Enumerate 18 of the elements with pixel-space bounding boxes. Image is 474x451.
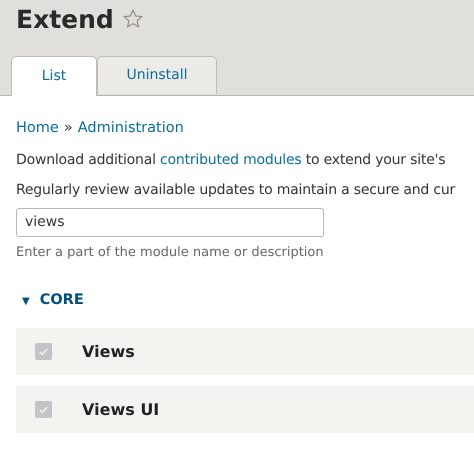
check-icon — [38, 346, 49, 357]
field-description: Enter a part of the module name or description — [16, 244, 325, 262]
breadcrumb-link[interactable]: Home — [16, 118, 59, 140]
group-toggle[interactable]: ▼ CORE — [16, 290, 458, 312]
filter-field[interactable]: views — [16, 208, 324, 237]
check-icon — [38, 404, 49, 415]
breadcrumb-link[interactable]: Administration — [78, 118, 184, 140]
module-name: Views — [82, 340, 135, 362]
caret-icon: ▼ — [22, 294, 30, 309]
tab[interactable]: Uninstall — [97, 56, 217, 94]
module-name: Views UI — [82, 398, 160, 420]
breadcrumb-separator: » — [64, 119, 73, 138]
page-title: Extend — [16, 6, 114, 32]
description-text: Download additional contributed modules to extend your site's — [16, 150, 446, 170]
contributed-modules-link[interactable]: contributed modules — [160, 152, 302, 168]
tab[interactable]: List — [11, 56, 97, 96]
star-icon[interactable] — [122, 8, 144, 30]
description-text: Regularly review available updates to maintain a secure and cur — [16, 180, 456, 200]
